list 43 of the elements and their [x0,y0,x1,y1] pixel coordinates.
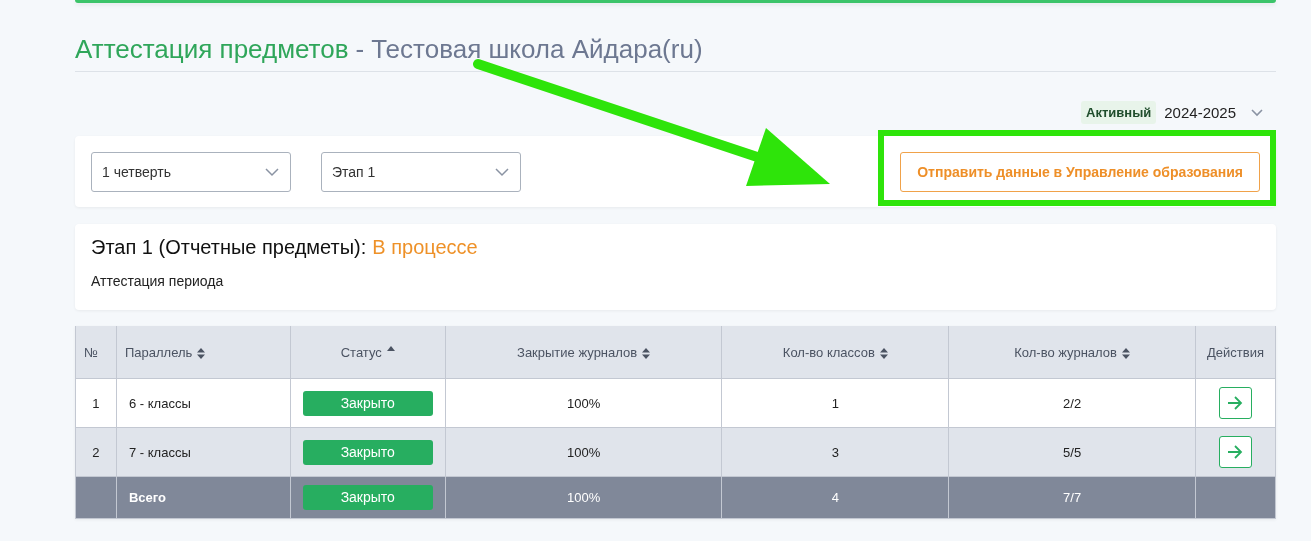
sort-ascending-icon[interactable] [386,346,395,352]
status-badge: Закрыто [302,439,433,465]
column-header[interactable]: Статус [290,326,446,379]
table-cell: 7/7 [948,476,1196,519]
table-cell: 100% [445,476,722,519]
column-header: № [75,326,117,379]
school-name: Тестовая школа Айдара(ru) [371,34,703,65]
table-cell: 100% [445,427,722,477]
page-title: Аттестация предметов [75,34,349,65]
sort-icon[interactable] [642,347,651,359]
sort-icon[interactable] [1121,347,1130,359]
table-cell: 2/2 [948,378,1196,428]
table-cell: 4 [721,476,949,519]
column-header: Действия [1195,326,1276,379]
dropdown-select[interactable]: Этап 1 [321,151,521,192]
sort-icon[interactable] [197,347,206,359]
table-cell: 1 [721,378,949,428]
status-badge: Закрыто [302,485,433,510]
title-separator: - [355,34,365,65]
stage-title: Этап 1 (Отчетные предметы): [91,236,367,259]
column-header[interactable]: Кол-во журналов [948,326,1196,379]
stage-subtitle: Аттестация периода [91,273,225,289]
year-selector[interactable]: 2024-2025 [1164,103,1236,121]
table-cell: 2 [75,427,117,477]
dropdown-select[interactable]: 1 четверть [91,151,291,192]
table-cell: 7 - классы [116,427,291,477]
status-badge: Закрыто [302,390,433,416]
arrow-right-icon [1226,444,1245,460]
table-cell: 6 - классы [116,378,291,428]
table-cell: 5/5 [948,427,1196,477]
open-button[interactable] [1219,387,1252,419]
sort-icon[interactable] [879,347,888,359]
open-button[interactable] [1219,436,1252,468]
column-header[interactable]: Параллель [116,326,291,379]
stage-status: В процессе [372,236,478,259]
active-badge: Активный [1081,100,1157,124]
table-cell: 100% [445,378,722,428]
table-cell: 1 [75,378,117,428]
table-cell: 3 [721,427,949,477]
column-header[interactable]: Закрытие журналов [445,326,722,379]
arrow-right-icon [1226,395,1245,411]
table-cell: Всего [116,476,291,519]
column-header[interactable]: Кол-во классов [721,326,949,379]
